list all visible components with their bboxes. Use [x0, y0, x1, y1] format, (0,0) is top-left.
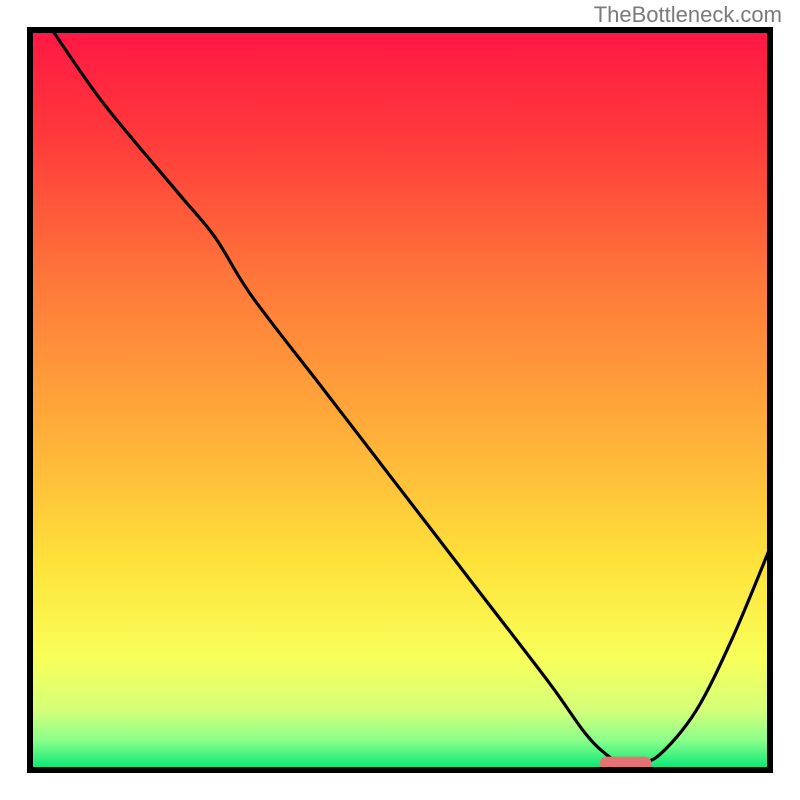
watermark-text: TheBottleneck.com	[594, 2, 782, 28]
chart-container: TheBottleneck.com	[0, 0, 800, 800]
bottleneck-chart	[0, 0, 800, 800]
